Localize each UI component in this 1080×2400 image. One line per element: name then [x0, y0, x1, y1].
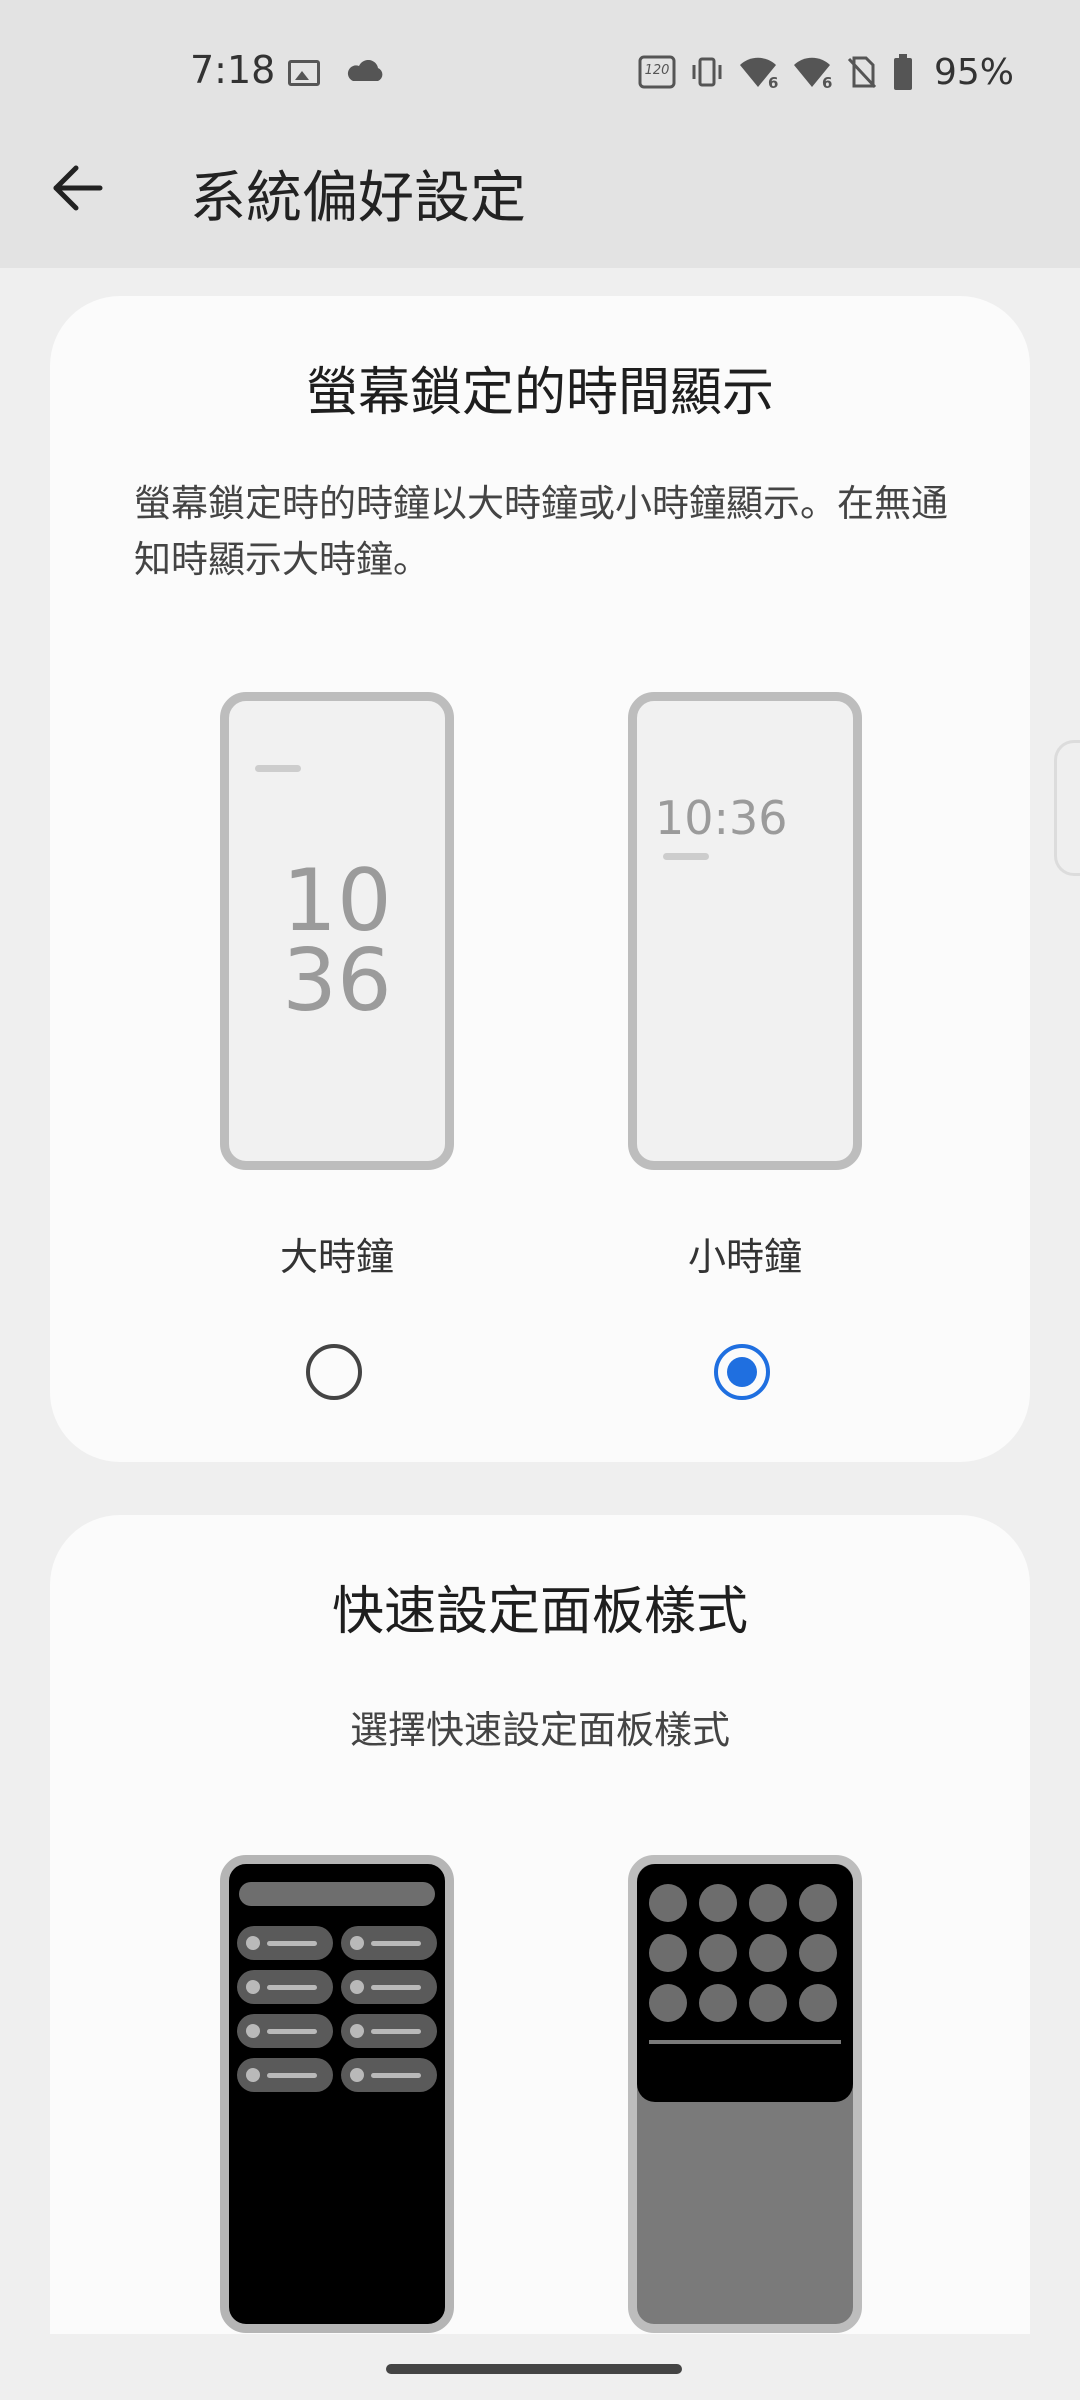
- svg-text:6: 6: [822, 74, 832, 89]
- card-description: 螢幕鎖定時的時鐘以大時鐘或小時鐘顯示。在無通知時顯示大時鐘。: [134, 482, 948, 581]
- preview-tile: [341, 2058, 437, 2092]
- quick-panel-list-style-preview[interactable]: [220, 1855, 454, 2333]
- large-clock-label: 大時鐘: [279, 1235, 394, 1279]
- battery-percent: 95%: [933, 51, 1014, 93]
- preview-dot: [649, 1984, 687, 2022]
- top-bar: 7:18 120 6 6 95% 系統偏好設定: [0, 0, 1080, 268]
- preview-dot: [699, 1984, 737, 2022]
- no-sim-icon: [847, 56, 877, 89]
- preview-tile: [237, 1970, 333, 2004]
- preview-dot: [749, 1884, 787, 1922]
- preview-dash: [663, 853, 709, 860]
- preview-dot: [699, 1934, 737, 1972]
- page-title: 系統偏好設定: [190, 166, 526, 231]
- image-icon: [288, 60, 320, 86]
- preview-tile: [237, 2058, 333, 2092]
- preview-dot: [799, 1884, 837, 1922]
- preview-dot: [749, 1984, 787, 2022]
- edge-panel-handle[interactable]: [1054, 740, 1080, 876]
- cloud-icon: [347, 60, 383, 81]
- preview-clock-minute: 36: [282, 931, 392, 1031]
- preview-tile: [237, 2014, 333, 2048]
- quick-panel-grid-style-preview[interactable]: [628, 1855, 862, 2333]
- small-clock-radio[interactable]: [714, 1344, 770, 1400]
- large-clock-radio[interactable]: [306, 1344, 362, 1400]
- wifi-6-icon: 6: [793, 57, 832, 89]
- lockscreen-clock-card: 螢幕鎖定的時間顯示 螢幕鎖定時的時鐘以大時鐘或小時鐘顯示。在無通知時顯示大時鐘。…: [50, 296, 1030, 1462]
- card-title: 快速設定面板樣式: [331, 1582, 748, 1642]
- preview-panel: [637, 1864, 853, 2102]
- preview-dot: [749, 1934, 787, 1972]
- preview-tile: [341, 2014, 437, 2048]
- back-button[interactable]: [50, 160, 106, 216]
- preview-tile: [237, 1926, 333, 1960]
- quick-settings-style-card: 快速設定面板樣式 選擇快速設定面板樣式: [50, 1515, 1030, 2400]
- small-clock-label: 小時鐘: [687, 1235, 802, 1279]
- preview-dot: [799, 1984, 837, 2022]
- arrow-left-icon: [53, 165, 103, 211]
- status-time: 7:18: [190, 48, 276, 92]
- large-clock-preview[interactable]: 10 36: [220, 692, 454, 1170]
- preview-dot: [649, 1884, 687, 1922]
- status-bar: 7:18 120 6 6 95%: [0, 0, 1080, 150]
- preview-clock-hour: 10: [282, 851, 392, 951]
- status-icons: 120 6 6 95%: [638, 50, 1014, 94]
- preview-tile: [341, 1926, 437, 1960]
- card-subtitle: 選擇快速設定面板樣式: [349, 1708, 730, 1752]
- battery-icon: [893, 54, 912, 90]
- refresh-rate-120hz-icon: 120: [638, 55, 676, 89]
- small-clock-preview[interactable]: 10:36: [628, 692, 862, 1170]
- preview-dot: [649, 1934, 687, 1972]
- svg-text:6: 6: [768, 74, 778, 89]
- card-title: 螢幕鎖定的時間顯示: [305, 363, 774, 423]
- preview-dot: [699, 1884, 737, 1922]
- svg-text:120: 120: [645, 63, 670, 78]
- gesture-handle[interactable]: [386, 2364, 682, 2374]
- preview-dot: [799, 1934, 837, 1972]
- preview-brightness-bar: [239, 1882, 435, 1906]
- preview-divider: [649, 2040, 841, 2044]
- preview-small-clock: 10:36: [655, 791, 788, 845]
- wifi-6-icon: 6: [739, 57, 778, 89]
- preview-tile: [341, 1970, 437, 2004]
- preview-dash: [255, 765, 301, 772]
- vibrate-icon: [692, 57, 722, 87]
